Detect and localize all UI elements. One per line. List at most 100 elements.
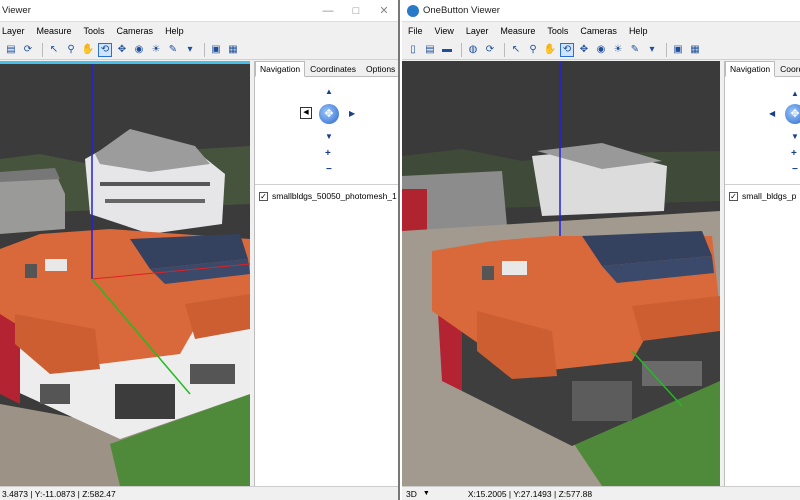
status-coordinates: 3.4873 | Y:-11.0873 | Z:582.47 — [2, 488, 116, 499]
layer-checkbox[interactable]: ✓ — [259, 191, 268, 201]
menu-measure[interactable]: Measure — [500, 26, 535, 36]
toolbar: ▤ ⟳ ↖ ⚲ ✋ ⟲ ✥ ◉ ☀ ✎ ▾ ▣ ▦ — [0, 40, 398, 60]
measure-icon[interactable]: ✎ — [166, 43, 180, 57]
orbit-icon[interactable]: ⟲ — [98, 42, 112, 57]
nav-pan-center-icon[interactable]: ✥ — [319, 104, 339, 124]
zoom-out-icon[interactable]: − — [792, 164, 798, 175]
pan-hand-icon[interactable]: ✋ — [81, 43, 95, 57]
pointer-icon[interactable]: ↖ — [47, 43, 61, 57]
nav-pan-center-icon[interactable]: ✥ — [785, 104, 800, 124]
right-viewer-window: OneButton Viewer File View Layer Measure… — [402, 0, 800, 500]
nav-left-arrow-icon[interactable]: ◀ — [769, 109, 775, 118]
side-panel: Navigation Coordinates Options ▲ ◀ ✥ ▶ ▼… — [254, 61, 398, 486]
orbit-icon[interactable]: ⟲ — [560, 42, 574, 57]
nav-up-arrow-icon[interactable]: ▲ — [325, 87, 333, 96]
status-coordinates: X:15.2005 | Y:27.1493 | Z:577.88 — [467, 488, 593, 499]
tab-coordinates[interactable]: Coordi — [775, 61, 800, 76]
toolbar-separator — [204, 42, 205, 57]
tab-options[interactable]: Options — [361, 61, 398, 76]
dropdown-icon[interactable]: ▾ — [183, 43, 197, 57]
window-title: Viewer — [2, 5, 31, 16]
toolbar-separator — [461, 42, 462, 57]
refresh-icon[interactable]: ⟳ — [483, 43, 497, 57]
toolbar-separator — [42, 42, 43, 57]
zoom-icon[interactable]: ⚲ — [526, 43, 540, 57]
menu-layer[interactable]: Layer — [2, 26, 25, 36]
menu-cameras[interactable]: Cameras — [117, 26, 154, 36]
refresh-icon[interactable]: ⟳ — [21, 43, 35, 57]
minimize-button[interactable]: — — [314, 5, 342, 17]
menu-file[interactable]: File — [408, 26, 423, 36]
tab-coordinates[interactable]: Coordinates — [305, 61, 361, 76]
dropdown-icon[interactable]: ▾ — [645, 43, 659, 57]
camera-icon[interactable]: ▣ — [209, 43, 223, 57]
move-icon[interactable]: ✥ — [115, 43, 129, 57]
view-mode-select[interactable]: 3D — [406, 489, 417, 499]
window-title: OneButton Viewer — [423, 5, 500, 16]
pan-hand-icon[interactable]: ✋ — [543, 43, 557, 57]
layers-icon[interactable]: ▦ — [226, 43, 240, 57]
measure-icon[interactable]: ✎ — [628, 43, 642, 57]
nav-left-box-icon[interactable]: ◀ — [300, 107, 312, 119]
layers-icon[interactable]: ▦ — [688, 43, 702, 57]
3d-viewport[interactable] — [402, 61, 720, 486]
menu-help[interactable]: Help — [629, 26, 648, 36]
navigation-control: ▲ ◀ ✥ ▶ ▼ + − — [255, 77, 398, 185]
menu-help[interactable]: Help — [165, 26, 184, 36]
menu-bar: File View Layer Measure Tools Cameras He… — [402, 22, 800, 40]
layer-item[interactable]: ✓ smallbldgs_50050_photomesh_1 — [255, 185, 398, 207]
zoom-in-icon[interactable]: + — [325, 148, 331, 159]
nav-down-arrow-icon[interactable]: ▼ — [325, 132, 333, 141]
tab-navigation[interactable]: Navigation — [255, 61, 306, 77]
3d-viewport[interactable] — [0, 61, 250, 486]
folder-icon[interactable]: ▤ — [4, 43, 18, 57]
scene-render — [0, 64, 250, 486]
maximize-button[interactable]: □ — [342, 5, 370, 17]
nav-right-arrow-icon[interactable]: ▶ — [349, 109, 355, 118]
status-bar: 3D ▼ X:15.2005 | Y:27.1493 | Z:577.88 — [402, 486, 800, 500]
layer-item[interactable]: ✓ small_bldgs_p — [725, 185, 800, 207]
tab-strip: Navigation Coordinates Options — [255, 61, 398, 77]
nav-down-arrow-icon[interactable]: ▼ — [791, 132, 799, 141]
zoom-out-icon[interactable]: − — [326, 164, 332, 175]
camera-icon[interactable]: ▣ — [671, 43, 685, 57]
pointer-icon[interactable]: ↖ — [509, 43, 523, 57]
menu-cameras[interactable]: Cameras — [580, 26, 617, 36]
left-viewer-window: Viewer — □ ✕ Layer Measure Tools Cameras… — [0, 0, 400, 500]
zoom-icon[interactable]: ⚲ — [64, 43, 78, 57]
tab-strip: Navigation Coordi — [725, 61, 800, 77]
move-icon[interactable]: ✥ — [577, 43, 591, 57]
layer-checkbox[interactable]: ✓ — [729, 191, 738, 201]
chevron-down-icon[interactable]: ▼ — [423, 490, 430, 497]
tab-navigation[interactable]: Navigation — [725, 61, 776, 77]
menu-measure[interactable]: Measure — [37, 26, 72, 36]
eye-icon[interactable]: ◉ — [132, 43, 146, 57]
side-panel: Navigation Coordi ▲ ◀ ✥ ▼ + − ✓ small_bl… — [724, 61, 800, 486]
title-bar: OneButton Viewer — [402, 0, 800, 22]
light-icon[interactable]: ☀ — [149, 43, 163, 57]
toolbar-separator — [504, 42, 505, 57]
app-icon — [407, 4, 419, 17]
layer-name: smallbldgs_50050_photomesh_1 — [272, 191, 397, 201]
scene-render — [402, 61, 720, 486]
menu-tools[interactable]: Tools — [547, 26, 568, 36]
navigation-control: ▲ ◀ ✥ ▼ + − — [725, 77, 800, 185]
close-button[interactable]: ✕ — [370, 4, 398, 17]
save-icon[interactable]: ▬ — [440, 43, 454, 57]
menu-layer[interactable]: Layer — [466, 26, 489, 36]
nav-up-arrow-icon[interactable]: ▲ — [791, 89, 799, 98]
new-file-icon[interactable]: ▯ — [406, 43, 420, 57]
globe-icon[interactable]: ◍ — [466, 43, 480, 57]
toolbar-separator — [666, 42, 667, 57]
menu-view[interactable]: View — [435, 26, 454, 36]
zoom-in-icon[interactable]: + — [791, 148, 797, 159]
eye-icon[interactable]: ◉ — [594, 43, 608, 57]
status-bar: 3.4873 | Y:-11.0873 | Z:582.47 — [0, 486, 398, 500]
toolbar: ▯ ▤ ▬ ◍ ⟳ ↖ ⚲ ✋ ⟲ ✥ ◉ ☀ ✎ ▾ ▣ ▦ — [402, 40, 800, 60]
title-bar: Viewer — □ ✕ — [0, 0, 398, 22]
open-folder-icon[interactable]: ▤ — [423, 43, 437, 57]
menu-tools[interactable]: Tools — [84, 26, 105, 36]
layer-name: small_bldgs_p — [742, 191, 797, 201]
menu-bar: Layer Measure Tools Cameras Help — [0, 22, 398, 40]
light-icon[interactable]: ☀ — [611, 43, 625, 57]
